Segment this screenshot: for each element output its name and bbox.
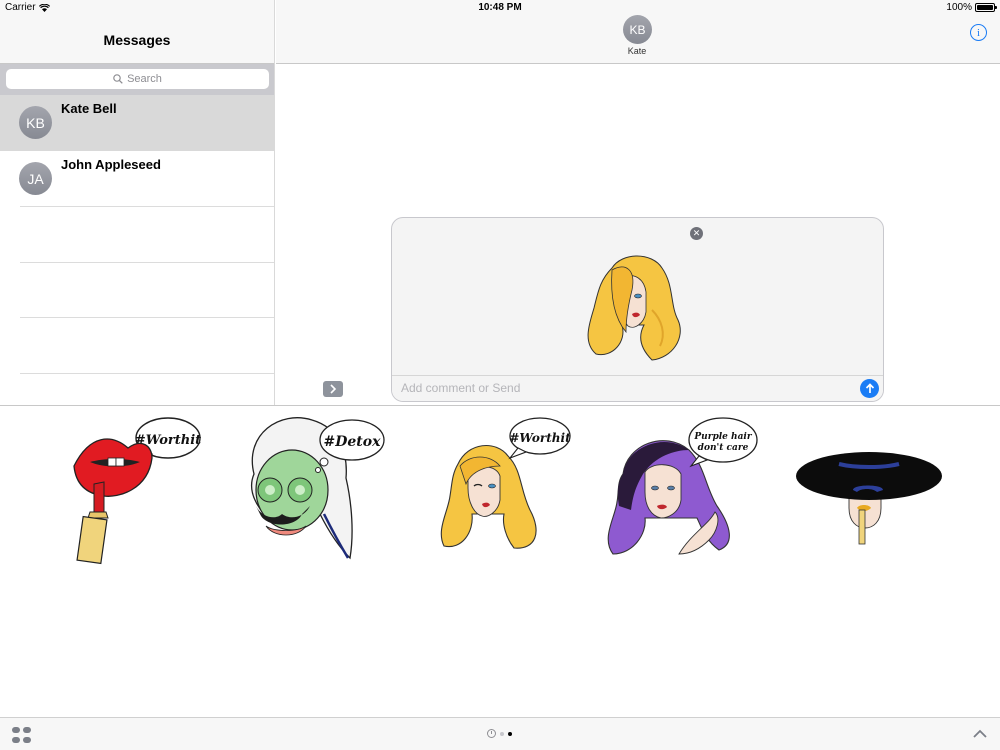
- attached-sticker[interactable]: [582, 250, 688, 365]
- avatar: JA: [19, 162, 52, 195]
- contact-avatar[interactable]: KB: [623, 15, 652, 44]
- compose-box: ✕ Add comment or Send: [391, 217, 884, 402]
- divider: [20, 317, 274, 318]
- divider: [20, 262, 274, 263]
- drawer-footer: [0, 717, 1000, 750]
- sidebar-title: Messages: [103, 32, 171, 48]
- sticker-black-hat-lady[interactable]: [795, 428, 943, 548]
- search-bar: Search: [0, 64, 274, 95]
- info-icon[interactable]: i: [970, 24, 987, 41]
- contact-name: Kate Bell: [61, 101, 117, 116]
- sticker-drawer: #Worthit #Detox #Worthit Purple hair don…: [0, 405, 1000, 718]
- battery-icon: [975, 3, 997, 12]
- message-placeholder: Add comment or Send: [401, 381, 521, 395]
- status-time: 10:48 PM: [478, 2, 522, 13]
- chevron-up-icon[interactable]: [972, 727, 988, 741]
- arrow-up-icon: [865, 383, 874, 393]
- conversation-list-pane: Messages Search KB Kate Bell JA John App…: [0, 0, 275, 405]
- sticker-caption: Purple hair don't care: [693, 432, 752, 453]
- avatar: KB: [19, 106, 52, 139]
- remove-attachment-button[interactable]: ✕: [690, 227, 703, 240]
- battery-percent: 100%: [946, 2, 972, 13]
- search-placeholder: Search: [127, 73, 162, 85]
- messages-app: Carrier 10:48 PM 100% Messages Search KB…: [0, 0, 1000, 750]
- conversation-item-kate-bell[interactable]: KB Kate Bell: [0, 95, 274, 151]
- send-button[interactable]: [860, 379, 879, 398]
- sticker-blonde-winking[interactable]: #Worthit: [438, 414, 578, 559]
- sticker-lipstick-lips[interactable]: #Worthit: [70, 416, 205, 566]
- divider: [20, 373, 274, 374]
- recents-icon[interactable]: [487, 729, 496, 738]
- app-drawer-icon[interactable]: [12, 727, 31, 743]
- battery-group: 100%: [946, 2, 997, 13]
- chevron-right-icon: [330, 384, 337, 394]
- message-input[interactable]: Add comment or Send: [392, 375, 883, 401]
- contact-name-label[interactable]: Kate: [587, 46, 687, 56]
- page-dot[interactable]: [500, 731, 504, 736]
- sticker-face-mask-detox[interactable]: #Detox: [240, 414, 390, 564]
- divider: [20, 206, 274, 207]
- sticker-purple-hair[interactable]: Purple hair don't care: [605, 414, 765, 564]
- conversation-item-john-appleseed[interactable]: JA John Appleseed: [0, 151, 274, 207]
- page-indicator[interactable]: [487, 729, 512, 738]
- search-icon: [113, 74, 123, 84]
- status-bar: Carrier 10:48 PM 100%: [0, 0, 1000, 16]
- contact-name: John Appleseed: [61, 157, 161, 172]
- sticker-caption: #Detox: [324, 434, 382, 450]
- page-dot-active[interactable]: [508, 731, 512, 736]
- expand-apps-button[interactable]: [323, 381, 343, 397]
- search-input[interactable]: Search: [6, 69, 269, 89]
- sticker-caption: #Worthit: [509, 431, 571, 445]
